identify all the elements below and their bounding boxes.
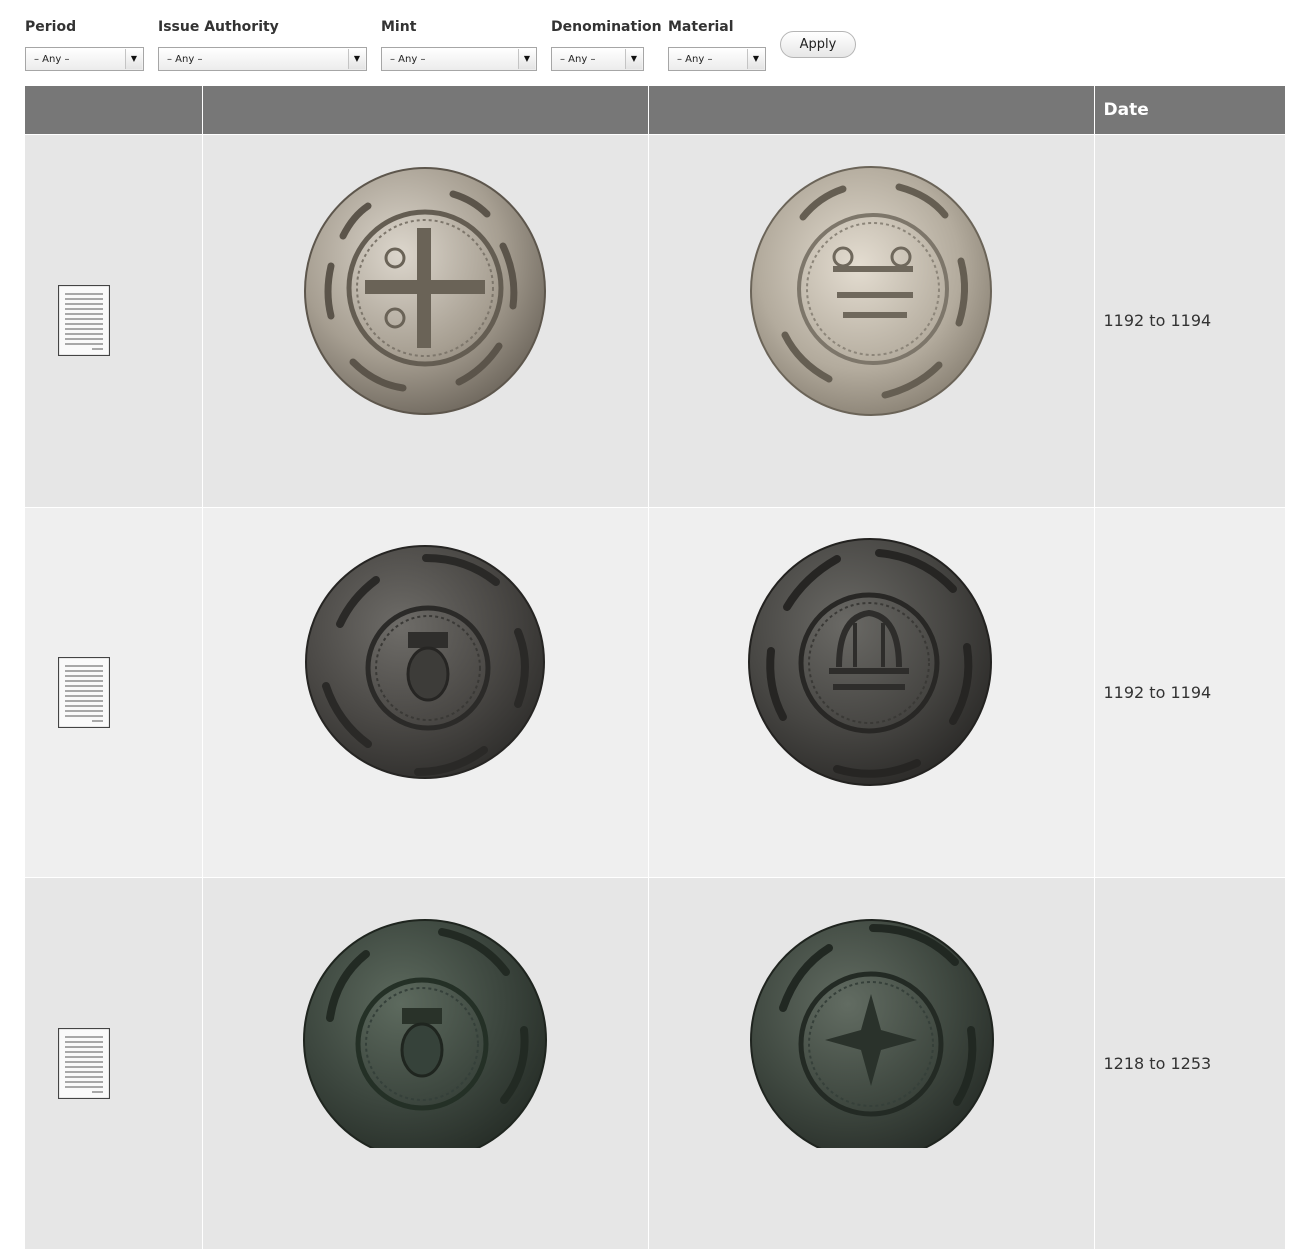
obverse-image-cell [201, 133, 648, 507]
coin-reverse-image[interactable] [747, 537, 993, 787]
chevron-down-icon[interactable]: ▼ [747, 49, 764, 69]
obverse-image-cell [201, 506, 648, 877]
coin-obverse-image[interactable] [302, 918, 548, 1149]
reverse-image-cell [647, 133, 1094, 507]
filter-issue-authority-label: Issue Authority [158, 19, 279, 35]
document-icon[interactable] [58, 1027, 110, 1099]
period-select-value: – Any – [34, 54, 70, 65]
filter-denomination-label: Denomination [551, 19, 662, 35]
column-header-record [25, 86, 202, 134]
table-header-row: Date [25, 86, 1285, 134]
date-cell: 1192 to 1194 [1093, 133, 1285, 507]
filter-material-label: Material [668, 19, 734, 35]
material-select-value: – Any – [677, 54, 713, 65]
column-header-obverse [201, 86, 648, 134]
table-row: 1192 to 1194 [25, 133, 1285, 507]
obverse-image-cell [201, 876, 648, 1249]
issue-authority-select[interactable]: – Any – ▼ [158, 47, 367, 71]
coin-reverse-image[interactable] [749, 165, 993, 417]
chevron-down-icon[interactable]: ▼ [348, 49, 365, 69]
coin-reverse-image[interactable] [749, 918, 995, 1149]
denomination-select-value: – Any – [560, 54, 596, 65]
record-cell [25, 133, 202, 507]
mint-select[interactable]: – Any – ▼ [381, 47, 537, 71]
chevron-down-icon[interactable]: ▼ [625, 49, 642, 69]
issue-authority-select-value: – Any – [167, 54, 203, 65]
coin-results-table: Date 1192 to 1194 1192 to 1194 1218 to 1… [25, 86, 1285, 1249]
coin-obverse-image[interactable] [303, 166, 547, 416]
filter-bar: Period – Any – ▼ Issue Authority – Any –… [0, 0, 1293, 86]
date-cell: 1218 to 1253 [1093, 876, 1285, 1249]
mint-select-value: – Any – [390, 54, 426, 65]
filter-mint: Mint – Any – ▼ [381, 18, 537, 71]
document-icon[interactable] [58, 656, 110, 728]
chevron-down-icon[interactable]: ▼ [125, 49, 142, 69]
record-cell [25, 876, 202, 1249]
table-row: 1192 to 1194 [25, 506, 1285, 877]
filter-issue-authority: Issue Authority – Any – ▼ [158, 18, 367, 71]
document-icon[interactable] [58, 285, 110, 356]
record-cell [25, 506, 202, 877]
reverse-image-cell [647, 876, 1094, 1249]
material-select[interactable]: – Any – ▼ [668, 47, 766, 71]
filter-denomination: Denomination – Any – ▼ [551, 18, 662, 71]
column-header-date[interactable]: Date [1093, 86, 1285, 134]
date-cell: 1192 to 1194 [1093, 506, 1285, 877]
chevron-down-icon[interactable]: ▼ [518, 49, 535, 69]
reverse-image-cell [647, 506, 1094, 877]
period-select[interactable]: – Any – ▼ [25, 47, 144, 71]
filter-period: Period – Any – ▼ [25, 18, 144, 71]
coin-obverse-image[interactable] [304, 544, 546, 780]
filter-material: Material – Any – ▼ [668, 18, 766, 71]
filter-mint-label: Mint [381, 19, 417, 35]
denomination-select[interactable]: – Any – ▼ [551, 47, 644, 71]
apply-button[interactable]: Apply [780, 31, 856, 58]
table-row: 1218 to 1253 [25, 876, 1285, 1249]
column-header-reverse [647, 86, 1094, 134]
filter-period-label: Period [25, 19, 77, 35]
